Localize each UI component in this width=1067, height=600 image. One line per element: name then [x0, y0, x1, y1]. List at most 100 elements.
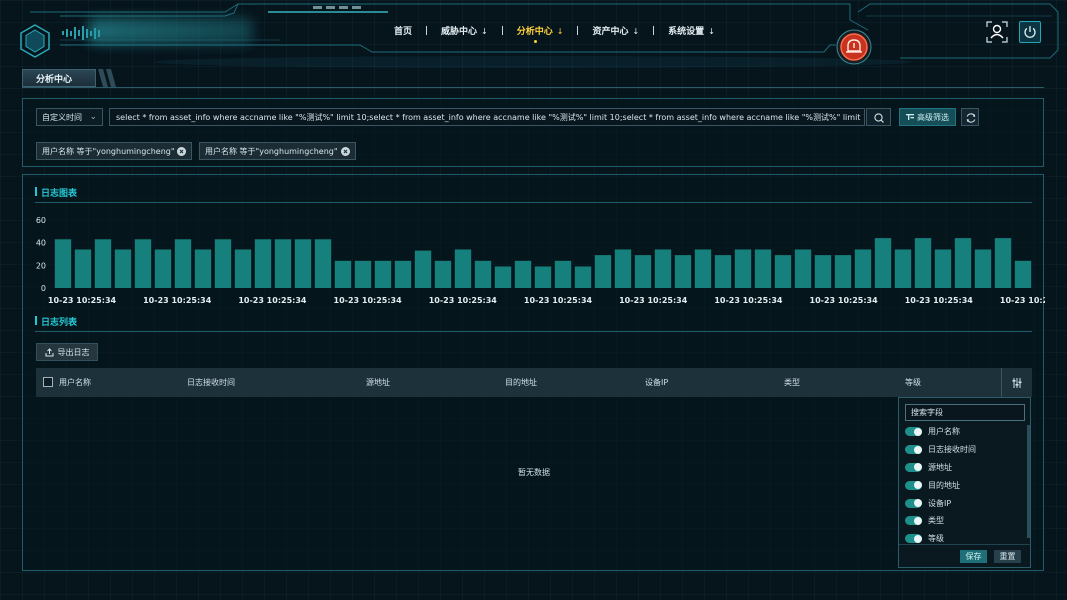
x-tick-label: 10-23 10:25:34 — [1000, 296, 1045, 305]
chart-bar[interactable] — [554, 260, 572, 288]
chart-bar[interactable] — [494, 266, 512, 288]
chart-bar[interactable] — [454, 249, 472, 288]
chart-bar[interactable] — [654, 249, 672, 288]
chart-bar[interactable] — [574, 266, 592, 288]
chart-bar[interactable] — [694, 249, 712, 288]
column-header-receive-time[interactable]: 日志接收时间 — [187, 377, 235, 388]
nav-item-asset-center[interactable]: 资产中心 ↓ — [578, 24, 653, 37]
column-header-level[interactable]: 等级 — [905, 377, 921, 388]
x-tick-label: 10-23 10:25:34 — [714, 296, 783, 305]
chart-bar[interactable] — [314, 239, 332, 288]
field-toggle-switch[interactable] — [905, 480, 922, 490]
chart-bar[interactable] — [594, 255, 612, 288]
alarm-bell-icon[interactable] — [836, 29, 872, 65]
field-search-input[interactable] — [905, 404, 1025, 421]
chart-bar[interactable] — [174, 239, 192, 288]
close-icon[interactable] — [177, 147, 186, 156]
advanced-filter-label: 高级筛选 — [917, 112, 949, 122]
field-toggle-switch[interactable] — [905, 462, 922, 472]
chart-bar[interactable] — [474, 260, 492, 288]
chart-bar[interactable] — [154, 249, 172, 288]
chart-bar[interactable] — [534, 266, 552, 288]
chart-bar[interactable] — [254, 239, 272, 288]
column-header-type[interactable]: 类型 — [784, 377, 800, 388]
chart-bar[interactable] — [294, 239, 312, 288]
chart-bar[interactable] — [434, 260, 452, 288]
chart-bar[interactable] — [914, 238, 932, 288]
chart-bar[interactable] — [414, 250, 432, 288]
field-toggle-switch[interactable] — [905, 534, 922, 544]
field-toggle-switch[interactable] — [905, 445, 922, 455]
filter-tag: 用户名称 等于"yonghumingcheng" — [199, 142, 356, 160]
chart-bar[interactable] — [834, 255, 852, 288]
field-toggle-switch[interactable] — [905, 498, 922, 508]
export-log-button[interactable]: 导出日志 — [36, 343, 98, 361]
close-icon[interactable] — [341, 147, 350, 156]
chart-bar[interactable] — [894, 249, 912, 288]
column-header-destination-address[interactable]: 目的地址 — [505, 377, 537, 388]
time-range-value: 自定义时间 — [42, 112, 82, 122]
nav-item-analysis-center[interactable]: 分析中心 ↓ — [503, 24, 578, 43]
nav-item-threat-center[interactable]: 威胁中心 ↓ — [427, 24, 502, 37]
chart-bar[interactable] — [734, 249, 752, 288]
save-button[interactable]: 保存 — [960, 550, 987, 563]
column-header-username[interactable]: 用户名称 — [59, 377, 91, 388]
refresh-button[interactable] — [961, 108, 979, 126]
chart-bar[interactable] — [774, 255, 792, 288]
chart-bar[interactable] — [674, 255, 692, 288]
column-settings-button[interactable] — [1001, 368, 1032, 397]
chart-bar[interactable] — [794, 249, 812, 288]
chart-bar[interactable] — [714, 255, 732, 288]
chart-bar[interactable] — [754, 249, 772, 288]
nav-item-home[interactable]: 首页 — [380, 24, 426, 37]
chart-bar[interactable] — [934, 249, 952, 288]
chart-bar[interactable] — [814, 255, 832, 288]
chart-bar[interactable] — [114, 249, 132, 288]
chart-bar[interactable] — [94, 239, 112, 288]
chart-bar[interactable] — [54, 239, 72, 288]
chart-bar[interactable] — [514, 260, 532, 288]
top-header: 首页 威胁中心 ↓ 分析中心 ↓ 资产中心 ↓ 系统设置 ↓ — [0, 0, 1067, 70]
field-label: 设备IP — [928, 498, 952, 508]
chart-bar[interactable] — [874, 238, 892, 288]
chart-bar[interactable] — [954, 238, 972, 288]
power-icon[interactable] — [1019, 21, 1041, 43]
chart-bar[interactable] — [614, 249, 632, 288]
chart-bar[interactable] — [974, 249, 992, 288]
main-nav: 首页 威胁中心 ↓ 分析中心 ↓ 资产中心 ↓ 系统设置 ↓ — [380, 22, 729, 43]
select-all-checkbox[interactable] — [43, 377, 53, 387]
y-tick-label: 40 — [36, 239, 46, 248]
chart-bar[interactable] — [194, 249, 212, 288]
field-toggle-switch[interactable] — [905, 516, 922, 526]
field-list-scrollbar[interactable] — [1027, 425, 1030, 538]
chart-bar[interactable] — [854, 249, 872, 288]
sql-query-input[interactable] — [109, 108, 865, 126]
chart-bar[interactable] — [374, 260, 392, 288]
field-row: 类型 — [905, 512, 1025, 530]
field-toggle-switch[interactable] — [905, 427, 922, 437]
chart-bar[interactable] — [74, 249, 92, 288]
chart-bar[interactable] — [274, 239, 292, 288]
chart-bar[interactable] — [634, 255, 652, 288]
chart-bar[interactable] — [334, 260, 352, 288]
tab-stripe-decoration — [98, 69, 116, 87]
chart-bar[interactable] — [354, 260, 372, 288]
x-tick-label: 10-23 10:25:34 — [619, 296, 688, 305]
field-label: 源地址 — [928, 462, 952, 472]
chart-bar[interactable] — [234, 249, 252, 288]
column-header-device-ip[interactable]: 设备IP — [645, 377, 668, 388]
reset-button[interactable]: 重置 — [994, 550, 1021, 563]
chart-bar[interactable] — [994, 238, 1012, 288]
chart-bar[interactable] — [134, 239, 152, 288]
hexagon-logo-icon — [20, 24, 50, 58]
chart-bar[interactable] — [214, 239, 232, 288]
chart-bar[interactable] — [1014, 260, 1032, 288]
time-range-select[interactable]: 自定义时间 ⌄ — [36, 108, 103, 126]
refresh-icon — [966, 113, 976, 123]
user-icon[interactable] — [986, 21, 1008, 43]
nav-item-system-settings[interactable]: 系统设置 ↓ — [654, 24, 729, 37]
chart-bar[interactable] — [394, 260, 412, 288]
search-button[interactable] — [866, 108, 891, 126]
advanced-filter-button[interactable]: 高级筛选 — [899, 108, 956, 126]
column-header-source-address[interactable]: 源地址 — [366, 377, 390, 388]
